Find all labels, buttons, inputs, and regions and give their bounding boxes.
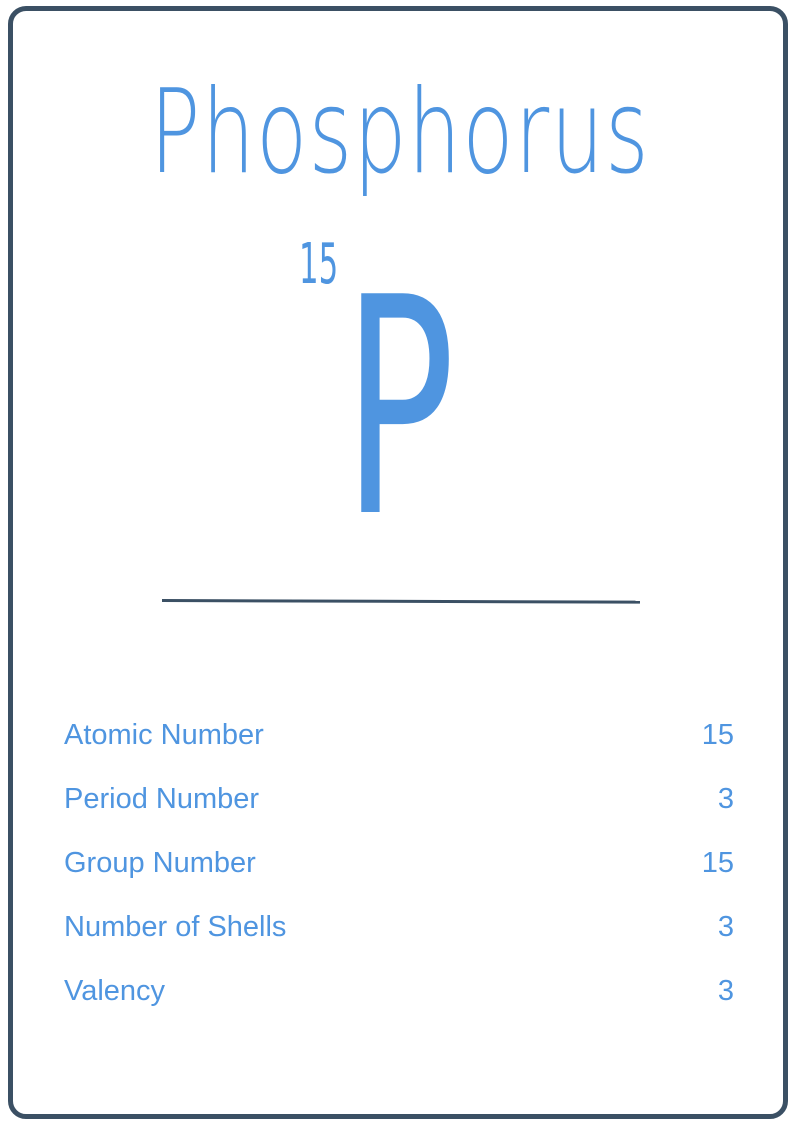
property-value: 3 (717, 910, 734, 943)
property-row-group-number: Group Number 15 (64, 831, 734, 895)
atomic-number-superscript: 15 (299, 232, 339, 297)
property-row-period-number: Period Number 3 (64, 767, 734, 831)
property-row-valency: Valency 3 (64, 959, 734, 1023)
property-row-atomic-number: Atomic Number 15 (64, 703, 734, 767)
property-value: 15 (701, 718, 734, 751)
element-name: Phosphorus (149, 65, 651, 200)
property-label: Valency (64, 974, 166, 1007)
element-card: Phosphorus 15 P Atomic Number 15 Period … (8, 6, 788, 1119)
divider (161, 599, 640, 604)
property-label: Group Number (64, 846, 256, 879)
property-label: Number of Shells (64, 910, 287, 943)
property-value: 3 (717, 782, 734, 815)
property-row-number-of-shells: Number of Shells 3 (64, 895, 734, 959)
properties-list: Atomic Number 15 Period Number 3 Group N… (64, 703, 734, 1023)
element-symbol: P (343, 234, 456, 583)
property-value: 3 (717, 974, 734, 1007)
property-value: 15 (701, 846, 734, 879)
property-label: Period Number (64, 782, 260, 815)
property-label: Atomic Number (64, 718, 264, 751)
